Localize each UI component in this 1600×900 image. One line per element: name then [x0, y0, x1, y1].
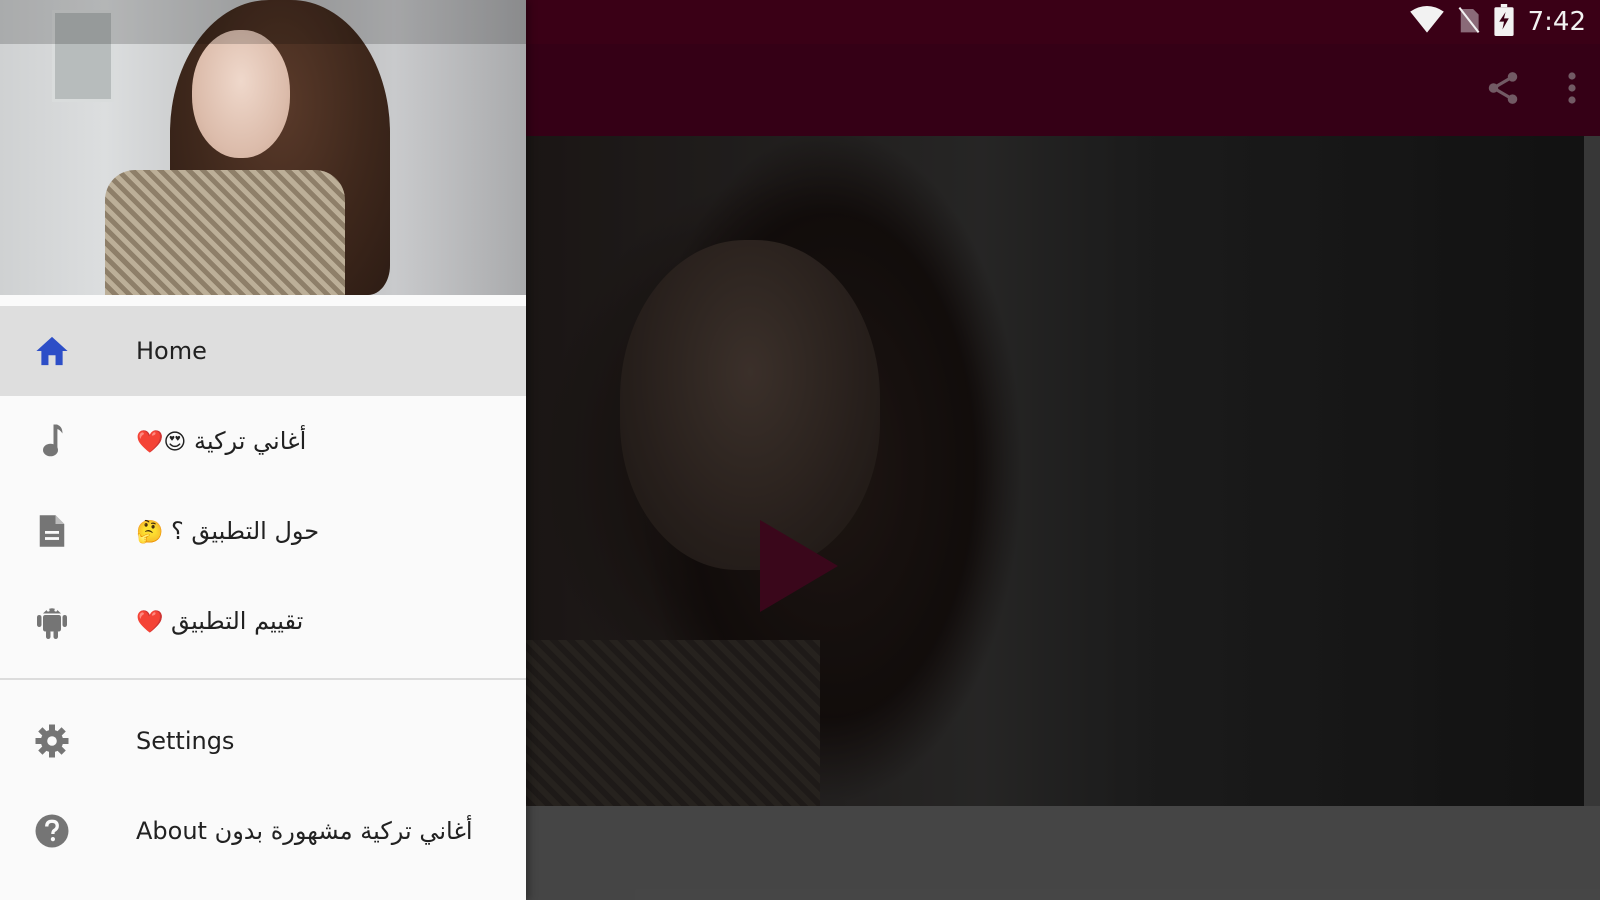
drawer-item-label: ❤️😍 أغاني تركية — [136, 427, 307, 455]
drawer-item-turkish-songs[interactable]: ❤️😍 أغاني تركية — [0, 396, 526, 486]
share-icon[interactable] — [1484, 68, 1522, 112]
drawer-item-about[interactable]: About أغاني تركية مشهورة بدون — [0, 786, 526, 876]
drawer-divider — [0, 678, 526, 680]
document-icon — [34, 513, 70, 549]
video-thumbnail-sweater — [520, 640, 820, 806]
video-thumbnail-face — [620, 240, 880, 570]
settings-icon — [34, 723, 70, 759]
drawer-header-image — [0, 0, 526, 295]
emoji-suffix: ❤️😍 — [136, 429, 187, 455]
drawer-item-label: Settings — [136, 727, 235, 755]
drawer-item-settings[interactable]: Settings — [0, 696, 526, 786]
drawer-item-label: Home — [136, 337, 207, 365]
android-icon — [34, 603, 70, 639]
home-icon — [34, 333, 70, 369]
drawer-item-home[interactable]: Home — [0, 306, 526, 396]
no-sim-icon — [1458, 6, 1480, 38]
music-note-icon — [34, 423, 70, 459]
emoji-suffix: ❤️ — [136, 609, 164, 635]
emoji-suffix: 🤔 — [136, 519, 164, 545]
header-subject-sweater — [105, 170, 345, 295]
drawer-item-label: About أغاني تركية مشهورة بدون — [136, 817, 473, 845]
navigation-drawer: Home ❤️😍 أغاني تركية 🤔 حول التطبيق ؟ ❤️ … — [0, 0, 526, 900]
drawer-menu: Home ❤️😍 أغاني تركية 🤔 حول التطبيق ؟ ❤️ … — [0, 306, 526, 876]
drawer-item-about-app[interactable]: 🤔 حول التطبيق ؟ — [0, 486, 526, 576]
drawer-item-label: 🤔 حول التطبيق ؟ — [136, 517, 320, 545]
header-status-overlay — [0, 0, 526, 44]
video-edge — [1584, 136, 1600, 806]
drawer-item-rate-app[interactable]: ❤️ تقييم التطبيق — [0, 576, 526, 666]
help-icon — [34, 813, 70, 849]
play-icon[interactable] — [760, 520, 838, 612]
drawer-item-label: ❤️ تقييم التطبيق — [136, 607, 304, 635]
battery-charging-icon — [1494, 4, 1514, 40]
header-subject-face — [192, 30, 290, 158]
status-time: 7:42 — [1527, 7, 1586, 37]
more-vert-icon[interactable] — [1566, 70, 1578, 110]
wifi-icon — [1409, 6, 1444, 38]
